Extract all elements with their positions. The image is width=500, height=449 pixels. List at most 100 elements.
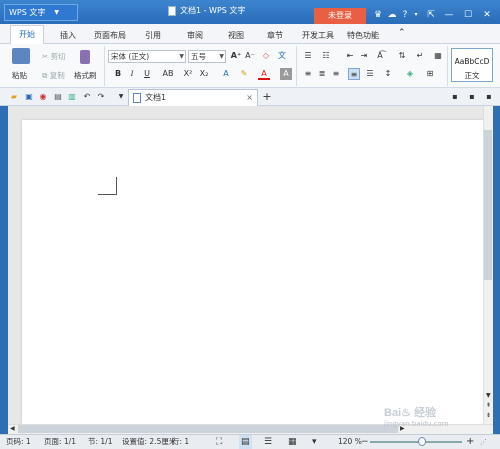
tab-references[interactable]: 引用 bbox=[145, 30, 161, 41]
tab-tool-icon[interactable]: ▪ bbox=[484, 92, 494, 102]
shrink-font-icon[interactable]: A⁻ bbox=[244, 50, 256, 62]
chevron-down-icon[interactable]: ▼ bbox=[116, 92, 126, 102]
next-page-icon[interactable]: ⇟ bbox=[486, 412, 491, 419]
page-view-icon[interactable]: ▤ bbox=[239, 435, 252, 449]
chevron-up-icon[interactable]: ⌃ bbox=[398, 28, 406, 38]
underline-icon[interactable]: U bbox=[141, 68, 153, 80]
restore-ribbon-icon[interactable]: ⇱ bbox=[425, 9, 437, 21]
previous-page-icon[interactable]: ⇞ bbox=[486, 402, 491, 409]
resize-grip-icon[interactable]: ⋰ bbox=[480, 435, 487, 449]
vertical-scrollbar-thumb[interactable] bbox=[484, 130, 492, 280]
phonetic-guide-icon[interactable]: 文 bbox=[276, 50, 288, 62]
status-pages[interactable]: 页面: 1/1 bbox=[44, 435, 76, 449]
tab-page-layout[interactable]: 页面布局 bbox=[94, 30, 126, 41]
document-icon bbox=[168, 5, 176, 16]
style-normal[interactable]: AaBbCcD 正文 bbox=[451, 48, 493, 82]
status-page-number[interactable]: 页码: 1 bbox=[6, 435, 31, 449]
read-mode-icon[interactable]: ▾ bbox=[312, 435, 317, 449]
zoom-out-icon[interactable]: − bbox=[361, 435, 369, 449]
bold-icon[interactable]: B bbox=[112, 68, 124, 80]
new-tab-icon[interactable]: + bbox=[262, 91, 272, 102]
redo-icon[interactable]: ↷ bbox=[96, 92, 106, 102]
web-view-icon[interactable]: ▦ bbox=[288, 435, 297, 449]
zoom-in-icon[interactable]: + bbox=[466, 435, 474, 449]
tab-home[interactable]: 开始 bbox=[10, 25, 44, 44]
subscript-icon[interactable]: X₂ bbox=[198, 68, 210, 80]
feedback-icon[interactable]: ☁ bbox=[386, 9, 398, 21]
document-tab[interactable]: 文档1 × bbox=[128, 89, 258, 106]
distribute-icon[interactable]: ☰ bbox=[364, 68, 376, 80]
sort-icon[interactable]: ⇅ bbox=[396, 50, 408, 62]
document-tab-label: 文档1 bbox=[145, 93, 167, 102]
grow-font-icon[interactable]: A⁺ bbox=[230, 50, 242, 62]
tab-insert[interactable]: 插入 bbox=[60, 30, 76, 41]
close-tab-icon[interactable]: × bbox=[246, 90, 253, 105]
style-preview: AaBbCcD bbox=[454, 57, 490, 66]
font-name-select[interactable]: 宋体 (正文) ▼ bbox=[108, 50, 186, 63]
chinese-layout-icon[interactable]: A͡ bbox=[374, 50, 386, 62]
tab-chapter[interactable]: 章节 bbox=[267, 30, 283, 41]
fullscreen-icon[interactable]: ⛶ bbox=[216, 435, 222, 449]
align-left-icon[interactable]: ≡ bbox=[302, 68, 314, 80]
zoom-slider[interactable] bbox=[370, 441, 462, 443]
export-pdf-icon[interactable]: ◉ bbox=[38, 92, 48, 102]
strikethrough-icon[interactable]: AB bbox=[158, 68, 178, 80]
superscript-icon[interactable]: X² bbox=[182, 68, 194, 80]
align-right-icon[interactable]: ≡ bbox=[330, 68, 342, 80]
app-menu-button[interactable]: WPS 文字 ▼ bbox=[4, 4, 78, 21]
format-painter-button[interactable]: 格式刷 bbox=[74, 70, 97, 81]
close-icon[interactable]: ✕ bbox=[481, 9, 493, 21]
zoom-level[interactable]: 120 % bbox=[338, 435, 362, 449]
status-setting[interactable]: 设置值: 2.5厘米 bbox=[122, 435, 176, 449]
zoom-slider-thumb[interactable] bbox=[418, 437, 426, 446]
print-preview-icon[interactable]: ▥ bbox=[67, 92, 77, 102]
align-center-icon[interactable]: ≣ bbox=[316, 68, 328, 80]
style-name: 正文 bbox=[464, 71, 480, 80]
skin-icon[interactable]: ♛ bbox=[372, 9, 384, 21]
tab-tool-icon[interactable]: ▪ bbox=[467, 92, 477, 102]
maximize-icon[interactable]: ☐ bbox=[462, 9, 474, 21]
horizontal-scrollbar-thumb[interactable] bbox=[18, 425, 398, 433]
minimize-icon[interactable]: — bbox=[443, 9, 455, 21]
login-button[interactable]: 未登录 bbox=[314, 8, 366, 24]
clear-format-icon[interactable]: ◇ bbox=[260, 50, 272, 62]
paste-icon[interactable] bbox=[12, 48, 30, 64]
tab-review[interactable]: 审阅 bbox=[187, 30, 203, 41]
status-row[interactable]: 行: 1 bbox=[172, 435, 189, 449]
save-icon[interactable]: ▣ bbox=[24, 92, 34, 102]
paste-button[interactable]: 粘贴 bbox=[12, 70, 27, 81]
numbering-icon[interactable]: ☷ bbox=[320, 50, 332, 62]
italic-icon[interactable]: I bbox=[126, 68, 138, 80]
shading-icon[interactable]: ◈ bbox=[404, 68, 416, 80]
scroll-left-icon[interactable]: ◀ bbox=[10, 425, 15, 432]
print-icon[interactable]: ▤ bbox=[53, 92, 63, 102]
font-color-icon[interactable]: A bbox=[258, 68, 270, 80]
bullets-icon[interactable]: ☰ bbox=[302, 50, 314, 62]
status-section[interactable]: 节: 1/1 bbox=[88, 435, 112, 449]
increase-indent-icon[interactable]: ⇥ bbox=[358, 50, 370, 62]
scroll-down-icon[interactable]: ▼ bbox=[486, 392, 491, 399]
show-marks-icon[interactable]: ↵ bbox=[414, 50, 426, 62]
tab-special-features[interactable]: 特色功能 bbox=[347, 30, 379, 41]
tab-developer[interactable]: 开发工具 bbox=[302, 30, 334, 41]
font-size-select[interactable]: 五号 ▼ bbox=[188, 50, 226, 63]
char-shading-icon[interactable]: A bbox=[280, 68, 292, 80]
highlight-icon[interactable]: ✎ bbox=[238, 68, 250, 80]
open-folder-icon[interactable]: ▰ bbox=[9, 92, 19, 102]
decrease-indent-icon[interactable]: ⇤ bbox=[344, 50, 356, 62]
justify-icon[interactable]: ≡ bbox=[348, 68, 360, 80]
help-menu-chevron-icon[interactable]: ▾ bbox=[410, 9, 422, 21]
cut-button[interactable]: ✂ 剪切 bbox=[42, 51, 66, 62]
border-icon[interactable]: ⊞ bbox=[424, 68, 436, 80]
undo-icon[interactable]: ↶ bbox=[82, 92, 92, 102]
document-page[interactable] bbox=[22, 120, 485, 424]
table-icon[interactable]: ▦ bbox=[432, 50, 444, 62]
line-spacing-icon[interactable]: ↕ bbox=[382, 68, 394, 80]
window-title: 文档1 - WPS 文字 bbox=[168, 5, 245, 16]
tab-view[interactable]: 视图 bbox=[228, 30, 244, 41]
text-effect-icon[interactable]: A bbox=[220, 68, 232, 80]
outline-view-icon[interactable]: ☰ bbox=[264, 435, 272, 449]
tab-tool-icon[interactable]: ▪ bbox=[450, 92, 460, 102]
copy-button[interactable]: ⧉ 复制 bbox=[42, 70, 65, 81]
format-painter-icon[interactable] bbox=[80, 50, 90, 64]
